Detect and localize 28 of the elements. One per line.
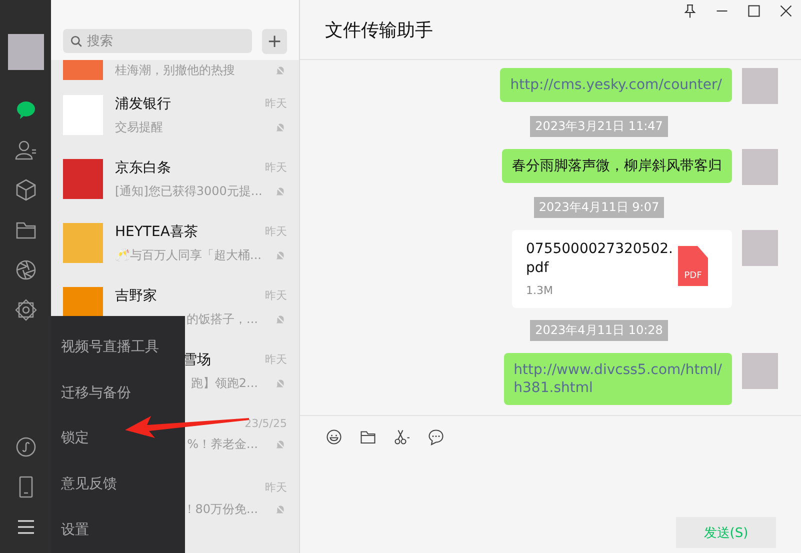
chat-preview: 跑】领跑2...: [190, 374, 258, 392]
timestamp: 2023年4月11日 9:07: [534, 197, 664, 218]
chat-preview: 交易提醒: [115, 118, 163, 136]
chat-name: 京东白条: [115, 158, 171, 176]
chat-preview: [通知]您已获得3000元提...: [115, 182, 262, 200]
chat-preview: 桂海潮，别撤他的热搜: [115, 62, 235, 79]
pdf-file-icon: PDF: [678, 246, 708, 286]
chat-title: 文件传输助手: [325, 18, 433, 42]
chat-time: 昨天: [265, 224, 287, 239]
timestamp: 2023年4月11日 10:28: [530, 320, 668, 341]
chat-preview: 的饭搭子，...: [186, 310, 258, 328]
file-size: 1.3M: [526, 284, 554, 297]
chat-name: 浦发银行: [115, 94, 171, 112]
chat-name: 吉野家: [115, 286, 157, 304]
timestamp: 2023年3月21日 11:47: [530, 116, 668, 137]
file-name: 0755000027320502. pdf: [526, 240, 673, 278]
chat-time: 昨天: [265, 480, 287, 495]
chat-time: 昨天: [265, 288, 287, 303]
chat-time: 昨天: [265, 96, 287, 111]
chat-preview: 🥂与百万人同享「超大桶...: [115, 246, 262, 264]
chat-name: 雪场: [183, 350, 211, 368]
chat-preview: ！80万份免...: [183, 501, 258, 518]
chat-name: HEYTEA喜茶: [115, 222, 198, 240]
chat-time: 昨天: [265, 352, 287, 367]
text-message: 春分雨脚落声微，柳岸斜风带客归: [502, 149, 732, 183]
chat-preview: %！养老金...: [187, 436, 258, 453]
chat-time: 昨天: [265, 160, 287, 175]
chat-time: 23/5/25: [244, 417, 287, 430]
